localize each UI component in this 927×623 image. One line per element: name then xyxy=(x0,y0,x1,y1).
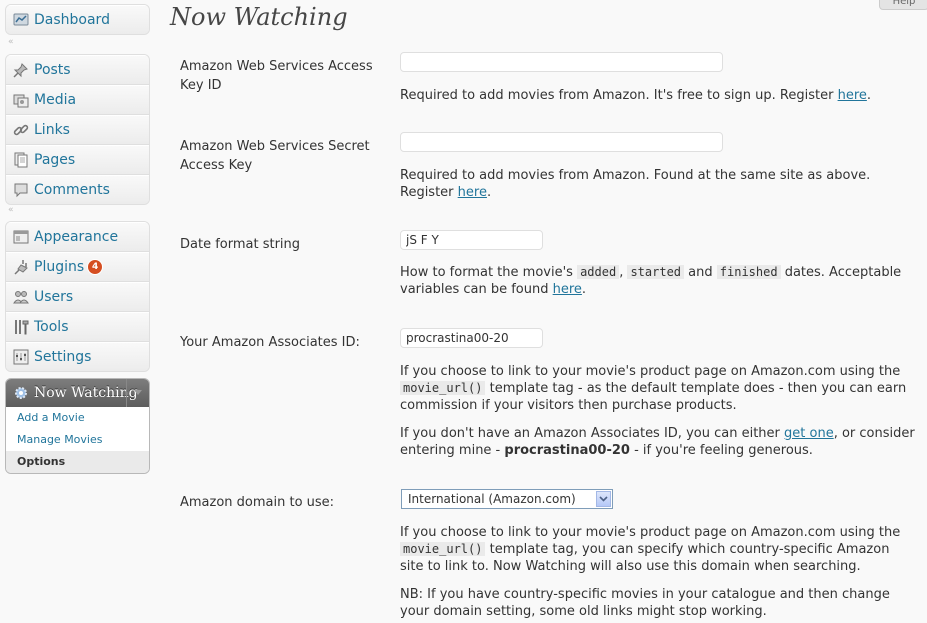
sidebar-label-plugins: Plugins xyxy=(34,259,85,275)
sidebar-label-appearance: Appearance xyxy=(34,229,119,245)
aws-secret-key-input[interactable] xyxy=(400,132,723,152)
sidebar-item-dashboard[interactable]: Dashboard xyxy=(6,5,149,34)
sidebar-label-users: Users xyxy=(34,289,74,305)
register-link[interactable]: here xyxy=(838,88,867,103)
menu-group-now-watching: Now Watching Add a Movie Manage Movies O… xyxy=(5,378,150,474)
description-text: and xyxy=(684,265,717,280)
code-finished: finished xyxy=(716,265,781,279)
submenu-item-manage-movies[interactable]: Manage Movies xyxy=(6,429,149,451)
plugin-update-count-badge: 4 xyxy=(87,259,104,275)
sidebar-label-media: Media xyxy=(34,92,77,108)
description-text: If you choose to link to your movie's pr… xyxy=(400,525,901,540)
media-icon xyxy=(12,91,30,109)
get-one-link[interactable]: get one xyxy=(784,426,834,441)
sidebar-item-media[interactable]: Media xyxy=(6,85,149,115)
sidebar-label-now-watching: Now Watching xyxy=(34,385,138,401)
aws-secret-key-label: Amazon Web Services Secret Access Key xyxy=(180,139,370,173)
menu-group-content: Posts Media Links Pages Comments xyxy=(5,54,150,205)
sidebar-label-pages: Pages xyxy=(34,152,76,168)
suggested-associates-id: procrastina00-20 xyxy=(504,443,630,458)
sidebar-item-now-watching[interactable]: Now Watching xyxy=(6,379,149,407)
sidebar-item-links[interactable]: Links xyxy=(6,115,149,145)
collapse-arrow-icon: « xyxy=(8,37,14,47)
description-paragraph: NB: If you have country-specific movies … xyxy=(400,587,890,619)
menu-separator[interactable]: « xyxy=(5,205,148,215)
register-link[interactable]: here xyxy=(458,185,487,200)
page-title: Now Watching xyxy=(170,3,348,31)
sidebar-label-settings: Settings xyxy=(34,349,92,365)
date-format-input[interactable] xyxy=(400,230,543,250)
help-tab-button[interactable]: Help xyxy=(879,0,927,10)
sidebar-label-tools: Tools xyxy=(34,319,69,335)
chevron-down-icon xyxy=(134,390,142,395)
code-added: added xyxy=(577,265,620,279)
date-format-label: Date format string xyxy=(180,237,301,252)
description-text: If you choose to link to your movie's pr… xyxy=(400,364,901,379)
amazon-domain-label: Amazon domain to use: xyxy=(180,495,335,510)
pages-icon xyxy=(12,151,30,169)
submenu-toggle-button[interactable] xyxy=(126,379,149,407)
sidebar-label-posts: Posts xyxy=(34,62,71,78)
code-movie-url: movie_url() xyxy=(400,542,486,556)
plug-icon xyxy=(12,258,30,276)
date-format-description: How to format the movie's added, started… xyxy=(400,264,915,298)
settings-icon xyxy=(12,348,30,366)
description-text: - if you're feeling generous. xyxy=(629,443,813,458)
aws-secret-key-description: Required to add movies from Amazon. Foun… xyxy=(400,167,915,201)
sidebar-label-links: Links xyxy=(34,122,70,138)
description-paragraph: If you choose to link to your movie's pr… xyxy=(400,524,915,575)
sidebar-item-posts[interactable]: Posts xyxy=(6,55,149,85)
comment-bubble-icon xyxy=(12,181,30,199)
sidebar-item-tools[interactable]: Tools xyxy=(6,312,149,342)
sidebar-item-plugins[interactable]: Plugins 4 xyxy=(6,252,149,282)
description-text: How to format the movie's xyxy=(400,265,578,280)
menu-group-admin: Appearance Plugins 4 Users Tools Setting… xyxy=(5,221,150,372)
submenu-item-add-movie[interactable]: Add a Movie xyxy=(6,407,149,429)
aws-access-key-label: Amazon Web Services Access Key ID xyxy=(180,59,373,93)
dashboard-icon xyxy=(12,11,30,29)
variables-link[interactable]: here xyxy=(553,282,582,297)
description-paragraph: If you choose to link to your movie's pr… xyxy=(400,363,915,414)
code-movie-url: movie_url() xyxy=(400,381,486,395)
sidebar-label-comments: Comments xyxy=(34,182,110,198)
aws-access-key-input[interactable] xyxy=(400,52,723,72)
description-text: . xyxy=(581,282,587,297)
appearance-icon xyxy=(12,228,30,246)
tools-icon xyxy=(12,318,30,336)
dropdown-button[interactable] xyxy=(596,491,611,507)
menu-separator[interactable]: « xyxy=(5,37,148,47)
sidebar-item-comments[interactable]: Comments xyxy=(6,175,149,204)
description-text: . xyxy=(866,88,872,103)
sidebar-item-appearance[interactable]: Appearance xyxy=(6,222,149,252)
amazon-domain-select[interactable]: International (Amazon.com) xyxy=(401,489,613,509)
description-paragraph: If you don't have an Amazon Associates I… xyxy=(400,425,915,459)
submenu-item-options[interactable]: Options xyxy=(6,451,149,473)
sidebar-item-settings[interactable]: Settings xyxy=(6,342,149,371)
amazon-domain-selected-value: International (Amazon.com) xyxy=(408,492,576,506)
associates-id-input[interactable] xyxy=(400,328,543,348)
sidebar-label-dashboard: Dashboard xyxy=(34,12,110,28)
menu-group-dashboard: Dashboard xyxy=(5,4,150,35)
associates-id-description: If you choose to link to your movie's pr… xyxy=(400,363,915,459)
description-text: If you don't have an Amazon Associates I… xyxy=(400,426,785,441)
description-text: . xyxy=(486,185,492,200)
amazon-domain-description: If you choose to link to your movie's pr… xyxy=(400,524,915,620)
chain-link-icon xyxy=(12,121,30,139)
pushpin-icon xyxy=(12,61,30,79)
users-icon xyxy=(12,288,30,306)
aws-access-key-description: Required to add movies from Amazon. It's… xyxy=(400,87,915,104)
associates-id-label: Your Amazon Associates ID: xyxy=(180,335,360,350)
description-text: Required to add movies from Amazon. It's… xyxy=(400,88,838,103)
sidebar-item-pages[interactable]: Pages xyxy=(6,145,149,175)
chevron-down-icon xyxy=(599,496,608,502)
sidebar-item-users[interactable]: Users xyxy=(6,282,149,312)
collapse-arrow-icon: « xyxy=(8,205,14,215)
code-started: started xyxy=(627,265,685,279)
gear-icon xyxy=(12,384,30,402)
